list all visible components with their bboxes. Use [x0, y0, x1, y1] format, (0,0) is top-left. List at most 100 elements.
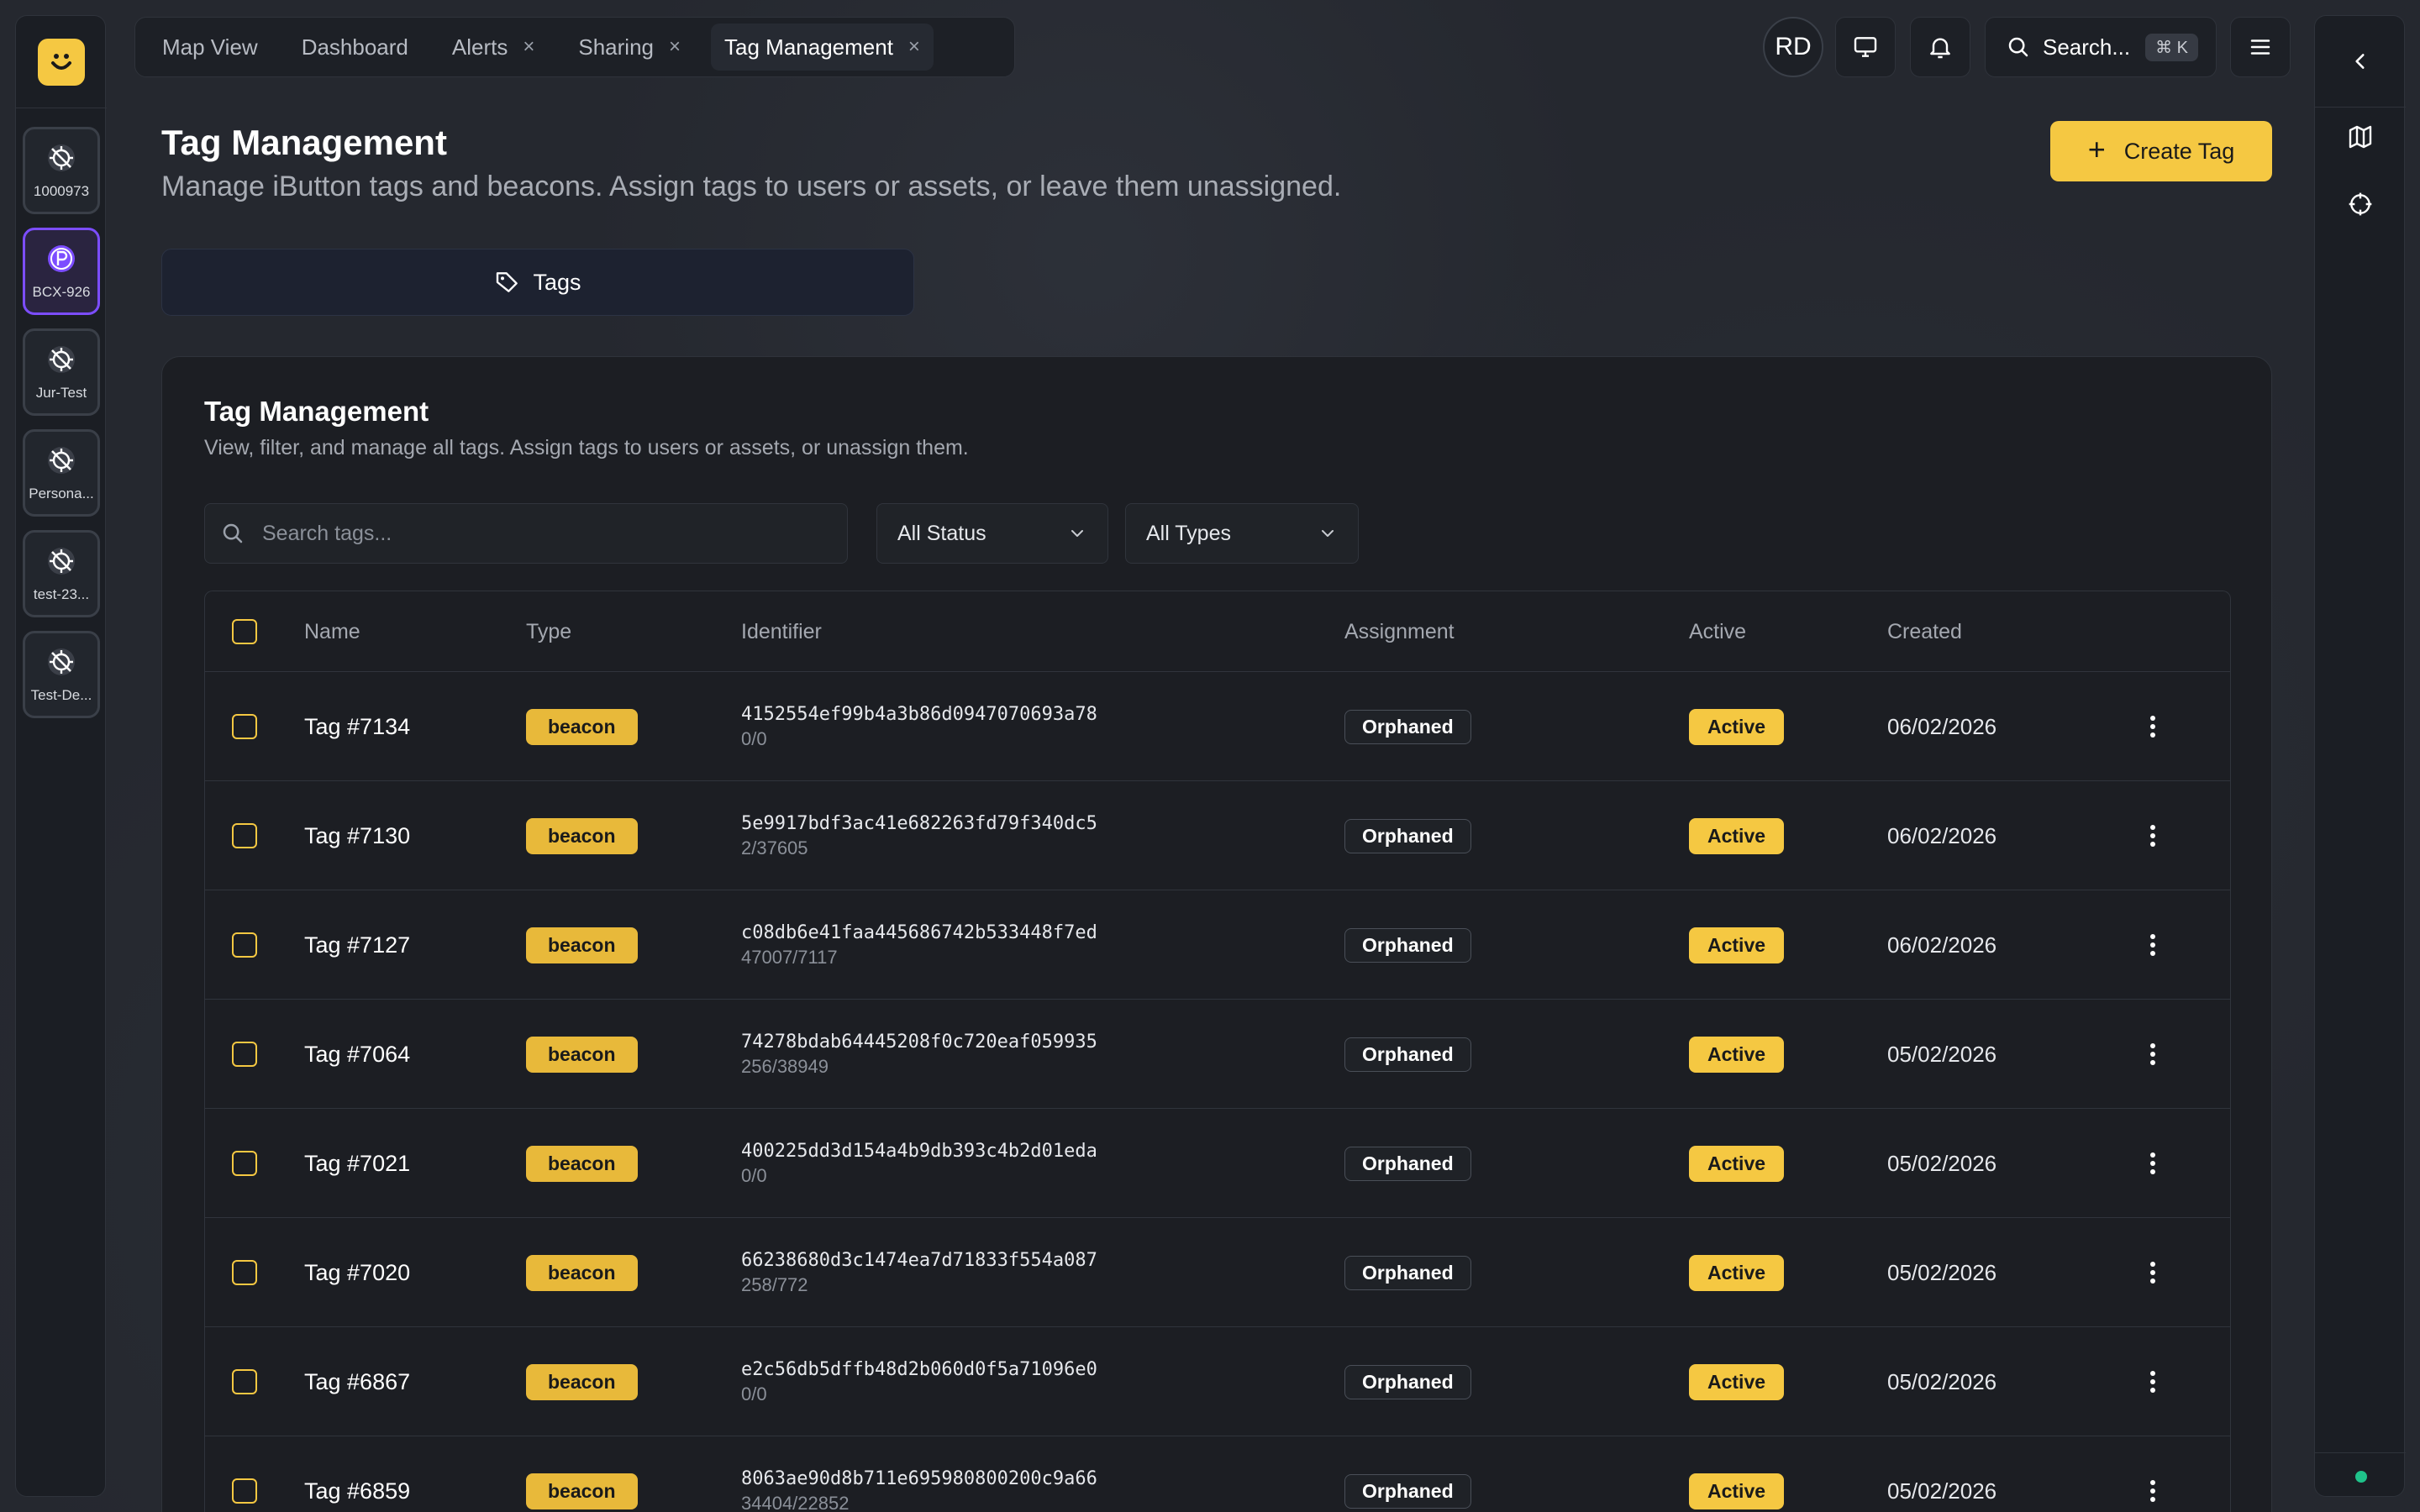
notifications-button[interactable]	[1910, 17, 1970, 77]
device-item[interactable]: Jur-Test	[23, 328, 100, 416]
tag-identifier: e2c56db5dffb48d2b060d0f5a71096e0	[741, 1358, 1097, 1380]
tab-alerts[interactable]: Alerts ×	[452, 24, 534, 71]
locate-button[interactable]	[2344, 187, 2377, 221]
tag-identifier: 66238680d3c1474ea7d71833f554a087	[741, 1249, 1097, 1271]
tab-tags[interactable]: Tags	[161, 249, 914, 316]
device-item[interactable]: Test-De...	[23, 631, 100, 718]
row-actions-button[interactable]	[2136, 710, 2170, 743]
cell-actions	[2136, 672, 2170, 781]
display-button[interactable]	[1835, 17, 1896, 77]
column-header-identifier[interactable]: Identifier	[741, 591, 822, 672]
column-header-name[interactable]: Name	[304, 591, 360, 672]
cell-active: Active	[1689, 1436, 1785, 1512]
close-icon[interactable]: ×	[523, 35, 534, 59]
column-header-assignment[interactable]: Assignment	[1344, 591, 1455, 672]
assignment-badge: Orphaned	[1344, 1255, 1471, 1290]
table-row[interactable]: Tag #7134 beacon 4152554ef99b4a3b86d094707…	[205, 672, 2230, 781]
device-item[interactable]: 1000973	[23, 127, 100, 214]
chevron-down-icon	[1322, 530, 1334, 537]
cell-created: 05/02/2026	[1887, 1436, 1996, 1512]
tab-tag-management[interactable]: Tag Management ×	[711, 24, 934, 71]
user-avatar[interactable]: RD	[1763, 17, 1823, 77]
map-button[interactable]	[2344, 120, 2377, 154]
cell-created: 05/02/2026	[1887, 1000, 1996, 1109]
row-actions-button[interactable]	[2136, 928, 2170, 962]
assignment-badge: Orphaned	[1344, 1146, 1471, 1181]
row-checkbox[interactable]	[232, 1151, 257, 1176]
global-search-button[interactable]: Search... ⌘ K	[1985, 17, 2217, 77]
cell-created: 06/02/2026	[1887, 890, 1996, 1000]
page-title: Tag Management	[161, 123, 447, 162]
device-label: Jur-Test	[35, 385, 87, 401]
cell-name: Tag #7020	[304, 1218, 410, 1327]
tag-name: Tag #7130	[304, 822, 411, 848]
row-checkbox[interactable]	[232, 1042, 257, 1067]
search-icon	[2008, 37, 2028, 57]
device-item[interactable]: test-23...	[23, 530, 100, 617]
close-icon[interactable]: ×	[908, 35, 920, 59]
type-filter-select[interactable]: All Types	[1125, 503, 1359, 564]
tag-name: Tag #7127	[304, 932, 411, 958]
device-label: BCX-926	[32, 284, 91, 300]
device-item[interactable]: BCX-926	[23, 228, 100, 315]
table-row[interactable]: Tag #7127 beacon c08db6e41faa445686742b533…	[205, 890, 2230, 1000]
collapse-panel-button[interactable]	[2344, 45, 2377, 78]
row-checkbox[interactable]	[232, 714, 257, 739]
cell-actions	[2136, 890, 2170, 1000]
tag-identifier: 74278bdab64445208f0c720eaf059935	[741, 1031, 1097, 1053]
table-row[interactable]: Tag #7020 beacon 66238680d3c1474ea7d71833f…	[205, 1218, 2230, 1327]
tag-major-minor: 256/38949	[741, 1055, 829, 1077]
select-all-checkbox[interactable]	[232, 619, 257, 644]
row-checkbox[interactable]	[232, 932, 257, 958]
row-actions-button[interactable]	[2136, 1147, 2170, 1180]
row-actions-button[interactable]	[2136, 1474, 2170, 1508]
more-vertical-icon	[2150, 825, 2155, 847]
cell-active: Active	[1689, 781, 1785, 890]
row-actions-button[interactable]	[2136, 1365, 2170, 1399]
created-date: 06/02/2026	[1887, 822, 1997, 848]
cell-created: 05/02/2026	[1887, 1109, 1996, 1218]
row-actions-button[interactable]	[2136, 1256, 2170, 1289]
cell-created: 05/02/2026	[1887, 1327, 1996, 1436]
right-sidebar	[2314, 15, 2406, 1497]
table-row[interactable]: Tag #6867 beacon e2c56db5dffb48d2b060d0f5a…	[205, 1327, 2230, 1436]
table-row[interactable]: Tag #7021 beacon 400225dd3d154a4b9db393c4b…	[205, 1109, 2230, 1218]
tag-name: Tag #7064	[304, 1041, 411, 1067]
location-off-icon	[45, 544, 78, 578]
column-header-created[interactable]: Created	[1887, 591, 1962, 672]
table-row[interactable]: Tag #6859 beacon 8063ae90d8b711e6959808002…	[205, 1436, 2230, 1512]
row-actions-button[interactable]	[2136, 1037, 2170, 1071]
cell-active: Active	[1689, 1218, 1785, 1327]
row-checkbox[interactable]	[232, 1478, 257, 1504]
tag-search-input[interactable]	[262, 521, 834, 546]
table-row[interactable]: Tag #7130 beacon 5e9917bdf3ac41e682263fd79…	[205, 781, 2230, 890]
menu-button[interactable]	[2230, 17, 2291, 77]
row-checkbox[interactable]	[232, 823, 257, 848]
active-status-badge: Active	[1689, 708, 1785, 745]
table-row[interactable]: Tag #7064 beacon 74278bdab64445208f0c720ea…	[205, 1000, 2230, 1109]
row-actions-button[interactable]	[2136, 819, 2170, 853]
close-icon[interactable]: ×	[669, 35, 681, 59]
tab-map-view[interactable]: Map View	[162, 24, 258, 71]
tag-identifier: 8063ae90d8b711e695980800200c9a66	[741, 1467, 1097, 1489]
location-off-icon	[45, 343, 78, 376]
cell-identifier: 8063ae90d8b711e695980800200c9a66 34404/22…	[741, 1436, 1097, 1512]
tag-major-minor: 2/37605	[741, 837, 808, 858]
active-status-badge: Active	[1689, 1145, 1785, 1182]
device-item[interactable]: Persona...	[23, 429, 100, 517]
tab-sharing[interactable]: Sharing ×	[578, 24, 681, 71]
row-checkbox[interactable]	[232, 1260, 257, 1285]
row-checkbox[interactable]	[232, 1369, 257, 1394]
create-tag-button[interactable]: + Create Tag	[2050, 121, 2272, 181]
tag-identifier: c08db6e41faa445686742b533448f7ed	[741, 921, 1097, 943]
cell-active: Active	[1689, 890, 1785, 1000]
cell-identifier: 5e9917bdf3ac41e682263fd79f340dc5 2/37605	[741, 781, 1097, 890]
column-header-active[interactable]: Active	[1689, 591, 1746, 672]
status-filter-select[interactable]: All Status	[876, 503, 1108, 564]
chevron-down-icon	[1071, 530, 1083, 537]
tab-dashboard[interactable]: Dashboard	[302, 24, 408, 71]
tag-name: Tag #6859	[304, 1478, 411, 1504]
search-icon	[223, 523, 243, 543]
column-header-type[interactable]: Type	[526, 591, 571, 672]
app-logo[interactable]	[38, 38, 85, 86]
